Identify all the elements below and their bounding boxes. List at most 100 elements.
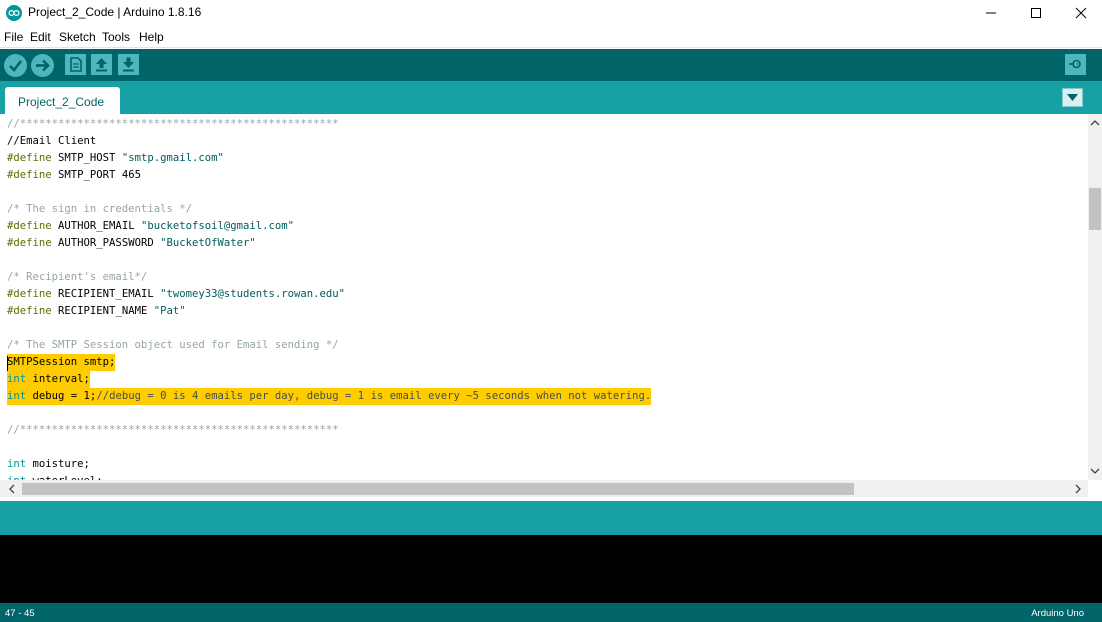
board-name: Arduino Uno (1031, 608, 1084, 619)
code-token: interval; (26, 373, 90, 385)
message-area (0, 501, 1102, 535)
code-token: RECIPIENT_EMAIL (51, 288, 161, 300)
scroll-left-arrow[interactable] (4, 481, 20, 496)
minimize-icon (986, 12, 996, 14)
chevron-right-icon (1075, 484, 1081, 493)
tab-menu-button[interactable] (1062, 88, 1083, 107)
code-line[interactable]: int interval; (7, 371, 90, 388)
status-footer: 47 - 45 Arduino Uno (0, 603, 1102, 622)
code-line[interactable]: int debug = 1;//debug = 0 is 4 emails pe… (7, 388, 652, 405)
code-token: #define (7, 237, 52, 249)
code-token: int (7, 390, 27, 402)
console-output[interactable] (0, 535, 1102, 603)
code-token: #define (7, 169, 52, 181)
menu-file[interactable]: File (4, 30, 23, 44)
maximize-button[interactable] (1013, 0, 1059, 26)
scroll-right-arrow[interactable] (1070, 481, 1086, 496)
menu-edit[interactable]: Edit (30, 30, 51, 44)
code-line[interactable]: /* The SMTP Session object used for Emai… (7, 337, 339, 354)
arduino-logo-icon (6, 5, 22, 21)
window-title: Project_2_Code | Arduino 1.8.16 (28, 5, 202, 19)
code-token: int (7, 373, 27, 385)
save-icon (123, 57, 134, 72)
vertical-scroll-thumb[interactable] (1089, 188, 1101, 230)
code-token: SMTP_HOST (51, 152, 122, 164)
chevron-up-icon (1090, 120, 1100, 126)
verify-icon (9, 60, 23, 72)
maximize-icon (1031, 8, 1041, 18)
close-icon (1075, 7, 1087, 19)
close-button[interactable] (1058, 0, 1102, 26)
verify-button[interactable] (4, 54, 27, 77)
code-token: #define (7, 220, 52, 232)
menu-bar: File Edit Sketch Tools Help (0, 28, 1102, 48)
code-token: /* The sign in credentials */ (7, 203, 192, 215)
menu-sketch[interactable]: Sketch (59, 30, 96, 44)
vertical-scrollbar[interactable] (1088, 114, 1102, 480)
code-line[interactable]: #define RECIPIENT_EMAIL "twomey33@studen… (7, 286, 345, 303)
code-token: //debug = 0 is 4 emails per day, debug =… (96, 390, 652, 402)
tab-label: Project_2_Code (18, 95, 105, 109)
code-token: #define (7, 305, 52, 317)
code-token: AUTHOR_PASSWORD (51, 237, 161, 249)
code-line[interactable]: /* Recipient's email*/ (7, 269, 147, 286)
code-line[interactable]: #define AUTHOR_EMAIL "bucketofsoil@gmail… (7, 218, 294, 235)
toolbar (0, 49, 1102, 81)
code-line[interactable]: #define SMTP_PORT 465 (7, 167, 141, 184)
triangle-down-icon (1067, 94, 1078, 101)
code-token: #define (7, 152, 52, 164)
code-token: /* Recipient's email*/ (7, 271, 148, 283)
chevron-left-icon (9, 484, 15, 493)
open-icon (96, 58, 107, 72)
tab-project-2-code[interactable]: Project_2_Code (5, 87, 120, 114)
code-token: SMTP_PORT 465 (51, 169, 141, 181)
scroll-down-arrow[interactable] (1088, 464, 1102, 478)
code-token: //**************************************… (7, 424, 339, 436)
code-token: "bucketofsoil@gmail.com" (140, 220, 295, 232)
code-line[interactable]: //**************************************… (7, 422, 339, 439)
code-token: //**************************************… (7, 118, 339, 130)
code-token: "BucketOfWater" (160, 237, 256, 249)
serial-monitor-icon (1069, 59, 1081, 69)
code-token: "twomey33@students.rowan.edu" (160, 288, 346, 300)
code-line[interactable]: int waterLevel; (7, 473, 103, 480)
code-token: int (7, 458, 27, 470)
save-button[interactable] (118, 54, 139, 75)
code-token: "Pat" (153, 305, 186, 317)
chevron-down-icon (1090, 468, 1100, 474)
code-token: RECIPIENT_NAME (51, 305, 154, 317)
code-line[interactable]: /* The sign in credentials */ (7, 201, 192, 218)
code-token: moisture; (26, 458, 90, 470)
upload-button[interactable] (31, 54, 54, 77)
serial-monitor-button[interactable] (1065, 54, 1086, 75)
line-position: 47 - 45 (5, 608, 35, 619)
code-line[interactable]: //**************************************… (7, 116, 339, 133)
code-token: /* The SMTP Session object used for Emai… (7, 339, 339, 351)
code-token: //Email Client (7, 135, 97, 147)
tab-bar: Project_2_Code (0, 81, 1102, 114)
code-line[interactable]: int moisture; (7, 456, 90, 473)
code-line[interactable]: #define SMTP_HOST "smtp.gmail.com" (7, 150, 224, 167)
horizontal-scroll-thumb[interactable] (22, 483, 854, 495)
open-button[interactable] (91, 54, 112, 75)
code-token: #define (7, 288, 52, 300)
code-line[interactable]: SMTPSession smtp; (7, 354, 116, 371)
scrollbar-corner (1088, 480, 1102, 497)
upload-icon (36, 59, 50, 72)
scroll-up-arrow[interactable] (1088, 116, 1102, 130)
code-line[interactable]: #define AUTHOR_PASSWORD "BucketOfWater" (7, 235, 256, 252)
new-sketch-button[interactable] (65, 54, 86, 75)
text-caret (7, 356, 8, 371)
menu-tools[interactable]: Tools (102, 30, 130, 44)
title-bar: Project_2_Code | Arduino 1.8.16 (0, 0, 1102, 26)
new-icon (70, 57, 82, 72)
code-line[interactable]: #define RECIPIENT_NAME "Pat" (7, 303, 186, 320)
code-line[interactable]: //Email Client (7, 133, 96, 150)
minimize-button[interactable] (968, 0, 1014, 26)
code-editor[interactable]: //**************************************… (0, 114, 1088, 480)
code-token: AUTHOR_EMAIL (51, 220, 141, 232)
code-token: SMTPSession smtp; (7, 356, 116, 368)
code-token: debug = 1; (26, 390, 97, 402)
menu-help[interactable]: Help (139, 30, 164, 44)
code-token: "smtp.gmail.com" (121, 152, 224, 164)
